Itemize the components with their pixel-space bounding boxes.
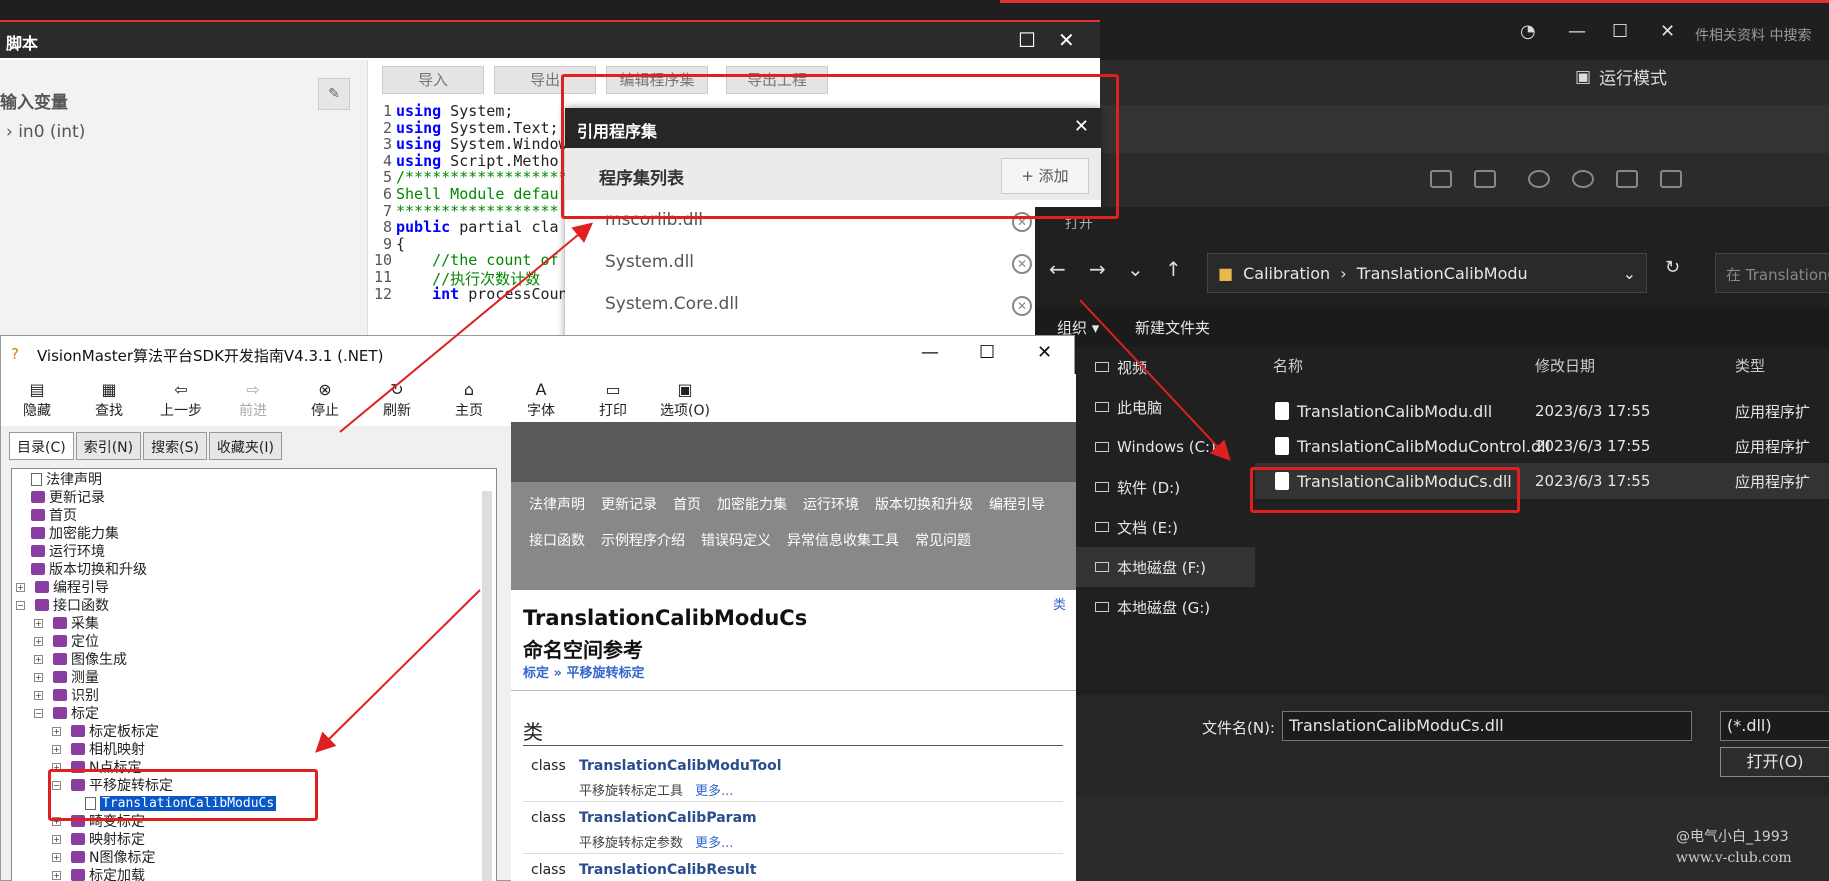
arrow [315,589,481,753]
arrow [1079,299,1231,461]
watermark-site: www.v-club.com [1676,850,1792,866]
annotation-arrows [315,222,1231,753]
watermark-user: @电气小白_1993 [1676,829,1789,845]
arrow [339,222,594,433]
